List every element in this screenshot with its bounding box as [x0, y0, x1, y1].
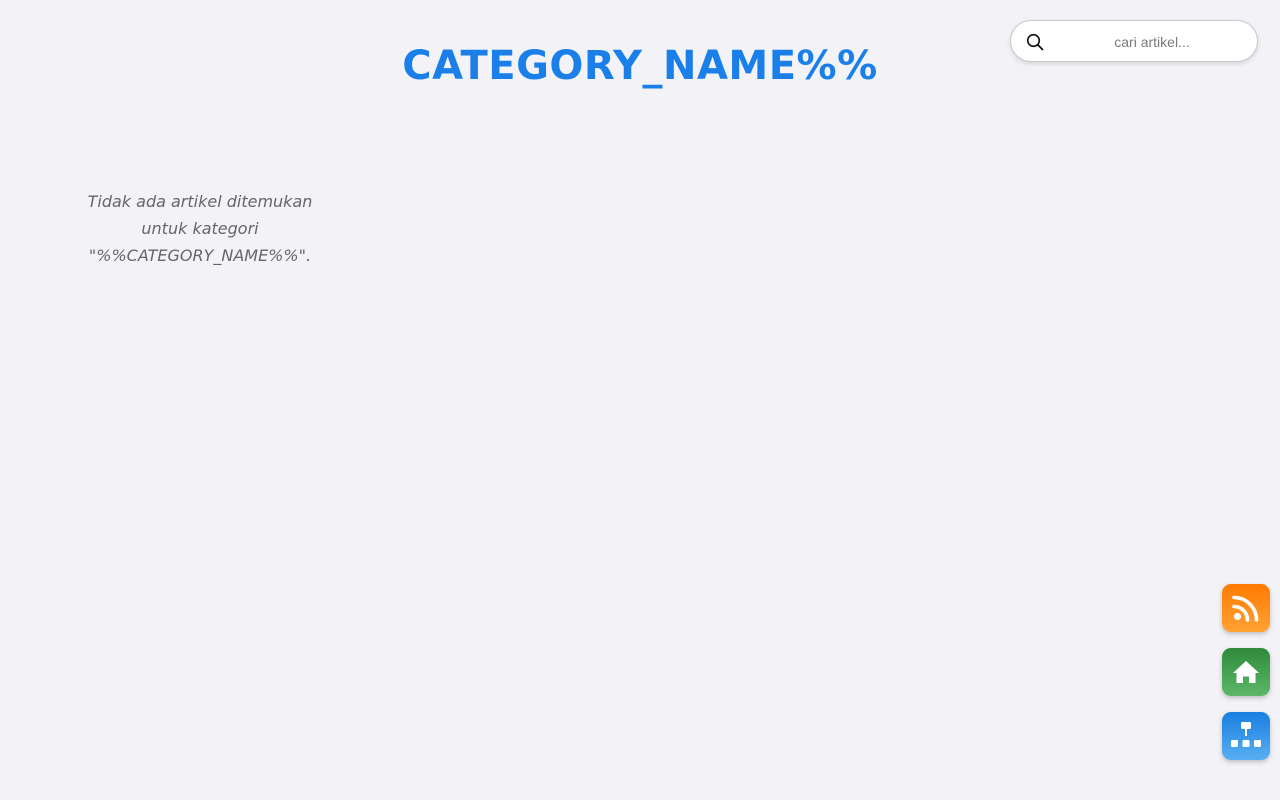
sitemap-button[interactable]: [1222, 712, 1270, 760]
home-icon: [1233, 661, 1259, 683]
empty-message-line-2: untuk kategori: [141, 219, 259, 238]
empty-message-line-3: "%%CATEGORY_NAME%%".: [88, 246, 312, 265]
home-button[interactable]: [1222, 648, 1270, 696]
rss-button[interactable]: [1222, 584, 1270, 632]
rss-icon: [1232, 595, 1259, 622]
page-title: CATEGORY_NAME%%: [402, 43, 878, 89]
empty-message-line-1: Tidak ada artikel ditemukan: [87, 192, 313, 211]
sitemap-icon: [1231, 722, 1261, 747]
empty-state-message: Tidak ada artikel ditemukan untuk kategor…: [80, 188, 320, 269]
